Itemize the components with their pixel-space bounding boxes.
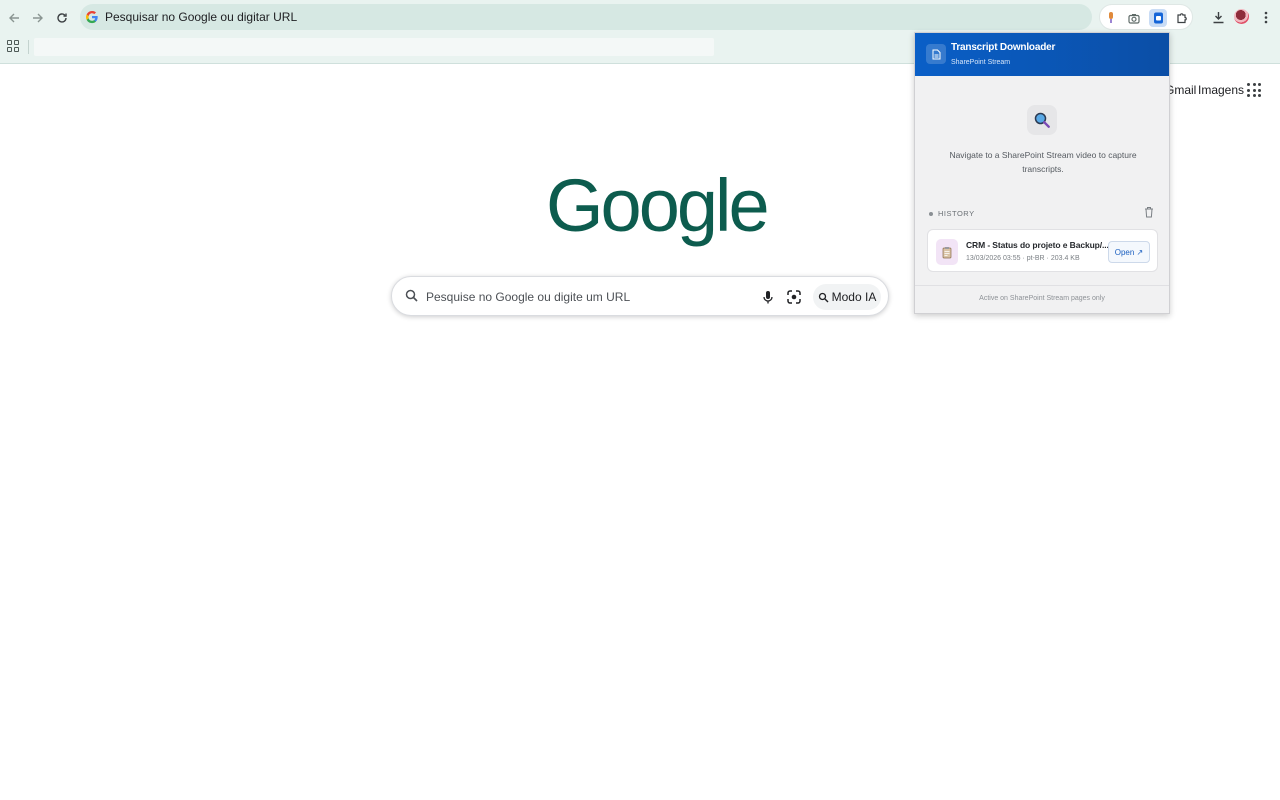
bookmark-divider	[28, 40, 29, 54]
search-box[interactable]: Pesquise no Google ou digite um URL Modo…	[391, 276, 889, 316]
history-dot-icon	[929, 211, 933, 216]
history-item-meta: 13/03/2026 03:55 · pt-BR · 203.4 KB	[966, 255, 1080, 262]
images-link[interactable]: Imagens	[1198, 83, 1244, 97]
history-label-text: HISTORY	[938, 209, 975, 218]
magnifier-icon	[1027, 105, 1057, 135]
search-input[interactable]: Pesquise no Google ou digite um URL	[426, 290, 630, 304]
forward-icon[interactable]	[27, 7, 49, 29]
open-button[interactable]: Open ↗	[1108, 241, 1150, 263]
google-apps-icon[interactable]	[1247, 83, 1261, 97]
search-icon	[405, 289, 418, 302]
apps-shortcut-icon[interactable]	[7, 40, 19, 52]
history-item[interactable]: CRM - Status do projeto e Backup/... 13/…	[927, 229, 1158, 272]
extension-popup: Transcript Downloader SharePoint Stream …	[914, 32, 1170, 314]
popup-footer: Active on SharePoint Stream pages only	[979, 295, 1105, 302]
camera-icon[interactable]	[1125, 9, 1143, 27]
bookmarks-bar	[34, 38, 714, 56]
empty-state-message: Navigate to a SharePoint Stream video to…	[949, 150, 1137, 174]
popup-title: Transcript Downloader	[951, 42, 1056, 53]
download-icon[interactable]	[1209, 8, 1227, 26]
microphone-icon[interactable]	[760, 289, 776, 305]
transcript-ext-icon[interactable]	[1149, 9, 1167, 27]
omnibox[interactable]: Pesquisar no Google ou digitar URL	[80, 4, 1092, 30]
history-label: HISTORY	[929, 209, 975, 218]
puzzle-icon[interactable]	[1173, 9, 1191, 27]
omnibox-text: Pesquisar no Google ou digitar URL	[105, 10, 298, 24]
ai-mode-button[interactable]: Modo IA	[813, 284, 881, 310]
google-g-icon	[86, 10, 98, 24]
kebab-menu-icon[interactable]	[1257, 8, 1275, 26]
popup-subtitle: SharePoint Stream	[951, 59, 1011, 66]
document-icon	[926, 44, 946, 64]
ai-mode-label: Modo IA	[831, 290, 877, 304]
avatar[interactable]	[1234, 9, 1249, 24]
trash-icon[interactable]	[1144, 206, 1154, 218]
popup-header: Transcript Downloader SharePoint Stream	[915, 33, 1169, 76]
voice-ext-icon[interactable]	[1102, 9, 1120, 27]
google-lens-icon[interactable]	[786, 289, 802, 305]
footer-divider	[915, 285, 1169, 286]
clipboard-icon	[936, 239, 958, 265]
extensions-group	[1099, 4, 1193, 30]
history-item-title: CRM - Status do projeto e Backup/...	[966, 240, 1109, 250]
ai-search-icon	[818, 292, 829, 302]
google-logo: Google	[546, 164, 770, 247]
reload-icon[interactable]	[51, 7, 73, 29]
back-icon[interactable]	[3, 7, 25, 29]
